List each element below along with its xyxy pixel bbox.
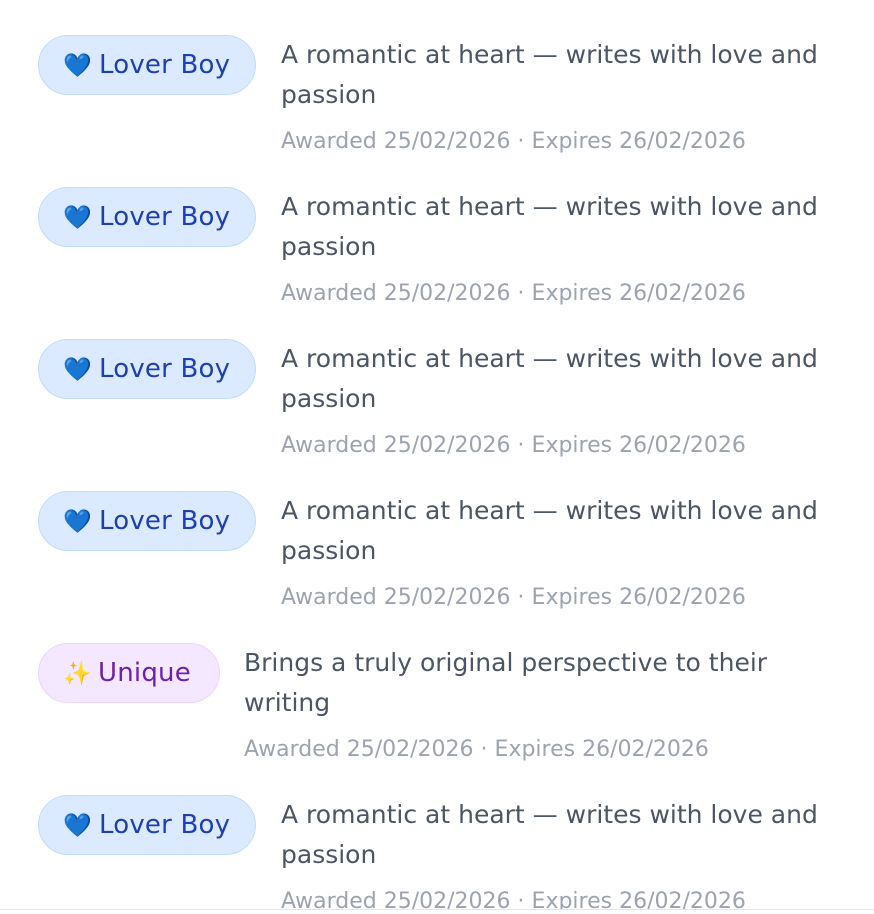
blue-heart-icon: 💙 [63,812,92,839]
badge-item: 💙 Lover Boy A romantic at heart — writes… [38,187,833,311]
expires-date: Expires 26/02/2026 [531,129,746,154]
badge-dates: Awarded 25/02/2026 · Expires 26/02/2026 [281,277,833,311]
sparkles-icon: ✨ [63,660,92,687]
badge-dates: Awarded 25/02/2026 · Expires 26/02/2026 [281,885,833,910]
expires-date: Expires 26/02/2026 [494,737,709,762]
badge-description: A romantic at heart — writes with love a… [281,344,818,413]
badge-info: A romantic at heart — writes with love a… [281,491,833,615]
badge-pill-lover-boy: 💙 Lover Boy [38,339,256,399]
badge-description: A romantic at heart — writes with love a… [281,192,818,261]
date-separator: · [510,129,532,154]
badge-label: Lover Boy [99,810,231,840]
badge-info: A romantic at heart — writes with love a… [281,339,833,463]
awarded-date: Awarded 25/02/2026 [281,129,511,154]
badge-item: 💙 Lover Boy A romantic at heart — writes… [38,795,833,910]
awarded-date: Awarded 25/02/2026 [281,281,511,306]
badge-info: A romantic at heart — writes with love a… [281,35,833,159]
date-separator: · [473,737,495,762]
badge-pill-lover-boy: 💙 Lover Boy [38,35,256,95]
date-separator: · [510,281,532,306]
badge-info: A romantic at heart — writes with love a… [281,795,833,910]
badge-description: A romantic at heart — writes with love a… [281,496,818,565]
awarded-date: Awarded 25/02/2026 [244,737,474,762]
expires-date: Expires 26/02/2026 [531,281,746,306]
expires-date: Expires 26/02/2026 [531,889,746,910]
badge-label: Lover Boy [99,506,231,536]
awarded-date: Awarded 25/02/2026 [281,585,511,610]
badge-item: 💙 Lover Boy A romantic at heart — writes… [38,35,833,159]
badge-label: Unique [98,658,191,688]
badge-description: Brings a truly original perspective to t… [244,648,768,717]
badge-dates: Awarded 25/02/2026 · Expires 26/02/2026 [281,429,833,463]
awarded-date: Awarded 25/02/2026 [281,433,511,458]
badge-description: A romantic at heart — writes with love a… [281,40,818,109]
awarded-date: Awarded 25/02/2026 [281,889,511,910]
badge-label: Lover Boy [99,354,231,384]
badge-item: 💙 Lover Boy A romantic at heart — writes… [38,491,833,615]
badge-info: Brings a truly original perspective to t… [244,643,796,767]
expires-date: Expires 26/02/2026 [531,585,746,610]
badge-item: ✨ Unique Brings a truly original perspec… [38,643,796,767]
badge-dates: Awarded 25/02/2026 · Expires 26/02/2026 [244,733,796,767]
blue-heart-icon: 💙 [63,508,92,535]
badge-info: A romantic at heart — writes with love a… [281,187,833,311]
blue-heart-icon: 💙 [63,52,92,79]
badge-pill-lover-boy: 💙 Lover Boy [38,187,256,247]
date-separator: · [510,889,532,910]
badge-pill-unique: ✨ Unique [38,643,220,703]
badge-label: Lover Boy [99,202,231,232]
badge-dates: Awarded 25/02/2026 · Expires 26/02/2026 [281,125,833,159]
badge-pill-lover-boy: 💙 Lover Boy [38,491,256,551]
date-separator: · [510,433,532,458]
badge-label: Lover Boy [99,50,231,80]
badge-list: 💙 Lover Boy A romantic at heart — writes… [0,0,874,910]
date-separator: · [510,585,532,610]
badge-dates: Awarded 25/02/2026 · Expires 26/02/2026 [281,581,833,615]
badge-item: 💙 Lover Boy A romantic at heart — writes… [38,339,833,463]
expires-date: Expires 26/02/2026 [531,433,746,458]
badge-description: A romantic at heart — writes with love a… [281,800,818,869]
blue-heart-icon: 💙 [63,204,92,231]
badge-pill-lover-boy: 💙 Lover Boy [38,795,256,855]
blue-heart-icon: 💙 [63,356,92,383]
